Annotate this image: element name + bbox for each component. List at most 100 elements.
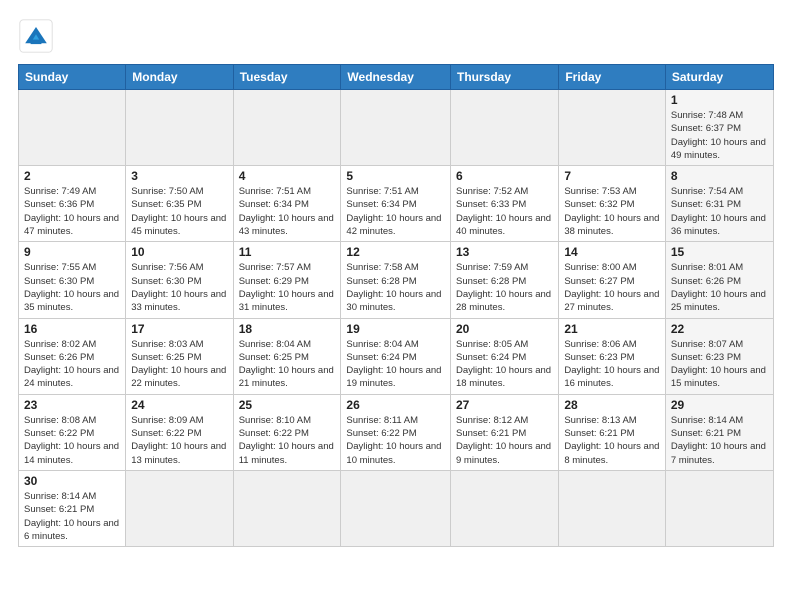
day-info: Sunrise: 8:14 AM Sunset: 6:21 PM Dayligh… xyxy=(671,414,768,467)
day-cell: 15 Sunrise: 8:01 AM Sunset: 6:26 PM Dayli… xyxy=(665,242,773,318)
day-number: 18 xyxy=(239,322,336,336)
day-cell: 23 Sunrise: 8:08 AM Sunset: 6:22 PM Dayli… xyxy=(19,394,126,470)
day-header-sunday: Sunday xyxy=(19,65,126,90)
day-info: Sunrise: 8:06 AM Sunset: 6:23 PM Dayligh… xyxy=(564,338,660,391)
day-cell xyxy=(341,90,451,166)
header xyxy=(18,18,774,54)
week-row-3: 16Sunrise: 8:02 AM Sunset: 6:26 PM Dayli… xyxy=(19,318,774,394)
day-cell: 8Sunrise: 7:54 AM Sunset: 6:31 PM Daylig… xyxy=(665,166,773,242)
calendar-header-row: SundayMondayTuesdayWednesdayThursdayFrid… xyxy=(19,65,774,90)
day-info: Sunrise: 8:05 AM Sunset: 6:24 PM Dayligh… xyxy=(456,338,553,391)
day-cell: 27 Sunrise: 8:12 AM Sunset: 6:21 PM Dayli… xyxy=(451,394,559,470)
day-cell: 24Sunrise: 8:09 AM Sunset: 6:22 PM Dayli… xyxy=(126,394,233,470)
day-info: Sunrise: 7:55 AM Sunset: 6:30 PM Dayligh… xyxy=(24,261,120,314)
day-info: Sunrise: 7:48 AM Sunset: 6:37 PM Dayligh… xyxy=(671,109,768,162)
day-info: Sunrise: 8:11 AM Sunset: 6:22 PM Dayligh… xyxy=(346,414,445,467)
day-header-wednesday: Wednesday xyxy=(341,65,451,90)
day-number: 28 xyxy=(564,398,660,412)
day-cell xyxy=(126,470,233,546)
day-header-tuesday: Tuesday xyxy=(233,65,341,90)
day-number: 22 xyxy=(671,322,768,336)
day-number: 27 xyxy=(456,398,553,412)
day-info: Sunrise: 7:52 AM Sunset: 6:33 PM Dayligh… xyxy=(456,185,553,238)
day-number: 23 xyxy=(24,398,120,412)
day-info: Sunrise: 8:12 AM Sunset: 6:21 PM Dayligh… xyxy=(456,414,553,467)
day-number: 19 xyxy=(346,322,445,336)
day-info: Sunrise: 7:54 AM Sunset: 6:31 PM Dayligh… xyxy=(671,185,768,238)
day-cell: 9 Sunrise: 7:55 AM Sunset: 6:30 PM Daylig… xyxy=(19,242,126,318)
day-number: 30 xyxy=(24,474,120,488)
day-cell: 2 Sunrise: 7:49 AM Sunset: 6:36 PM Daylig… xyxy=(19,166,126,242)
day-info: Sunrise: 8:08 AM Sunset: 6:22 PM Dayligh… xyxy=(24,414,120,467)
day-info: Sunrise: 8:13 AM Sunset: 6:21 PM Dayligh… xyxy=(564,414,660,467)
day-cell: 10 Sunrise: 7:56 AM Sunset: 6:30 PM Dayli… xyxy=(126,242,233,318)
day-cell: 30 Sunrise: 8:14 AM Sunset: 6:21 PM Dayli… xyxy=(19,470,126,546)
day-cell xyxy=(451,470,559,546)
day-info: Sunrise: 8:09 AM Sunset: 6:22 PM Dayligh… xyxy=(131,414,227,467)
day-cell xyxy=(233,470,341,546)
week-row-1: 2 Sunrise: 7:49 AM Sunset: 6:36 PM Daylig… xyxy=(19,166,774,242)
day-header-friday: Friday xyxy=(559,65,666,90)
day-header-thursday: Thursday xyxy=(451,65,559,90)
day-cell: 16Sunrise: 8:02 AM Sunset: 6:26 PM Dayli… xyxy=(19,318,126,394)
day-cell: 11Sunrise: 7:57 AM Sunset: 6:29 PM Dayli… xyxy=(233,242,341,318)
day-number: 3 xyxy=(131,169,227,183)
week-row-4: 23 Sunrise: 8:08 AM Sunset: 6:22 PM Dayli… xyxy=(19,394,774,470)
day-cell: 25Sunrise: 8:10 AM Sunset: 6:22 PM Dayli… xyxy=(233,394,341,470)
day-number: 29 xyxy=(671,398,768,412)
day-number: 6 xyxy=(456,169,553,183)
day-header-saturday: Saturday xyxy=(665,65,773,90)
day-cell: 3 Sunrise: 7:50 AM Sunset: 6:35 PM Daylig… xyxy=(126,166,233,242)
day-header-monday: Monday xyxy=(126,65,233,90)
day-cell xyxy=(559,470,666,546)
day-info: Sunrise: 8:04 AM Sunset: 6:24 PM Dayligh… xyxy=(346,338,445,391)
day-cell: 13 Sunrise: 7:59 AM Sunset: 6:28 PM Dayli… xyxy=(451,242,559,318)
day-info: Sunrise: 7:50 AM Sunset: 6:35 PM Dayligh… xyxy=(131,185,227,238)
week-row-0: 1 Sunrise: 7:48 AM Sunset: 6:37 PM Daylig… xyxy=(19,90,774,166)
day-number: 7 xyxy=(564,169,660,183)
day-info: Sunrise: 8:03 AM Sunset: 6:25 PM Dayligh… xyxy=(131,338,227,391)
day-cell xyxy=(341,470,451,546)
day-cell: 21Sunrise: 8:06 AM Sunset: 6:23 PM Dayli… xyxy=(559,318,666,394)
day-number: 14 xyxy=(564,245,660,259)
day-number: 20 xyxy=(456,322,553,336)
day-cell: 20 Sunrise: 8:05 AM Sunset: 6:24 PM Dayli… xyxy=(451,318,559,394)
day-info: Sunrise: 7:53 AM Sunset: 6:32 PM Dayligh… xyxy=(564,185,660,238)
day-number: 1 xyxy=(671,93,768,107)
day-number: 4 xyxy=(239,169,336,183)
day-number: 17 xyxy=(131,322,227,336)
day-cell: 19 Sunrise: 8:04 AM Sunset: 6:24 PM Dayli… xyxy=(341,318,451,394)
day-info: Sunrise: 8:14 AM Sunset: 6:21 PM Dayligh… xyxy=(24,490,120,543)
day-cell: 17 Sunrise: 8:03 AM Sunset: 6:25 PM Dayli… xyxy=(126,318,233,394)
calendar-table: SundayMondayTuesdayWednesdayThursdayFrid… xyxy=(18,64,774,547)
day-cell: 18 Sunrise: 8:04 AM Sunset: 6:25 PM Dayli… xyxy=(233,318,341,394)
day-cell: 26 Sunrise: 8:11 AM Sunset: 6:22 PM Dayli… xyxy=(341,394,451,470)
day-cell: 1 Sunrise: 7:48 AM Sunset: 6:37 PM Daylig… xyxy=(665,90,773,166)
day-info: Sunrise: 8:07 AM Sunset: 6:23 PM Dayligh… xyxy=(671,338,768,391)
day-number: 5 xyxy=(346,169,445,183)
logo-icon xyxy=(18,18,54,54)
day-info: Sunrise: 7:59 AM Sunset: 6:28 PM Dayligh… xyxy=(456,261,553,314)
day-number: 15 xyxy=(671,245,768,259)
day-number: 12 xyxy=(346,245,445,259)
day-cell: 7 Sunrise: 7:53 AM Sunset: 6:32 PM Daylig… xyxy=(559,166,666,242)
day-cell xyxy=(559,90,666,166)
page: SundayMondayTuesdayWednesdayThursdayFrid… xyxy=(0,0,792,557)
day-number: 9 xyxy=(24,245,120,259)
day-cell: 28 Sunrise: 8:13 AM Sunset: 6:21 PM Dayli… xyxy=(559,394,666,470)
day-number: 26 xyxy=(346,398,445,412)
day-number: 2 xyxy=(24,169,120,183)
day-info: Sunrise: 7:56 AM Sunset: 6:30 PM Dayligh… xyxy=(131,261,227,314)
day-cell xyxy=(126,90,233,166)
day-info: Sunrise: 8:04 AM Sunset: 6:25 PM Dayligh… xyxy=(239,338,336,391)
day-number: 10 xyxy=(131,245,227,259)
day-cell: 29 Sunrise: 8:14 AM Sunset: 6:21 PM Dayli… xyxy=(665,394,773,470)
day-info: Sunrise: 7:49 AM Sunset: 6:36 PM Dayligh… xyxy=(24,185,120,238)
day-cell xyxy=(233,90,341,166)
logo xyxy=(18,18,60,54)
day-number: 13 xyxy=(456,245,553,259)
day-number: 16 xyxy=(24,322,120,336)
day-cell: 14Sunrise: 8:00 AM Sunset: 6:27 PM Dayli… xyxy=(559,242,666,318)
day-info: Sunrise: 8:10 AM Sunset: 6:22 PM Dayligh… xyxy=(239,414,336,467)
day-info: Sunrise: 8:01 AM Sunset: 6:26 PM Dayligh… xyxy=(671,261,768,314)
